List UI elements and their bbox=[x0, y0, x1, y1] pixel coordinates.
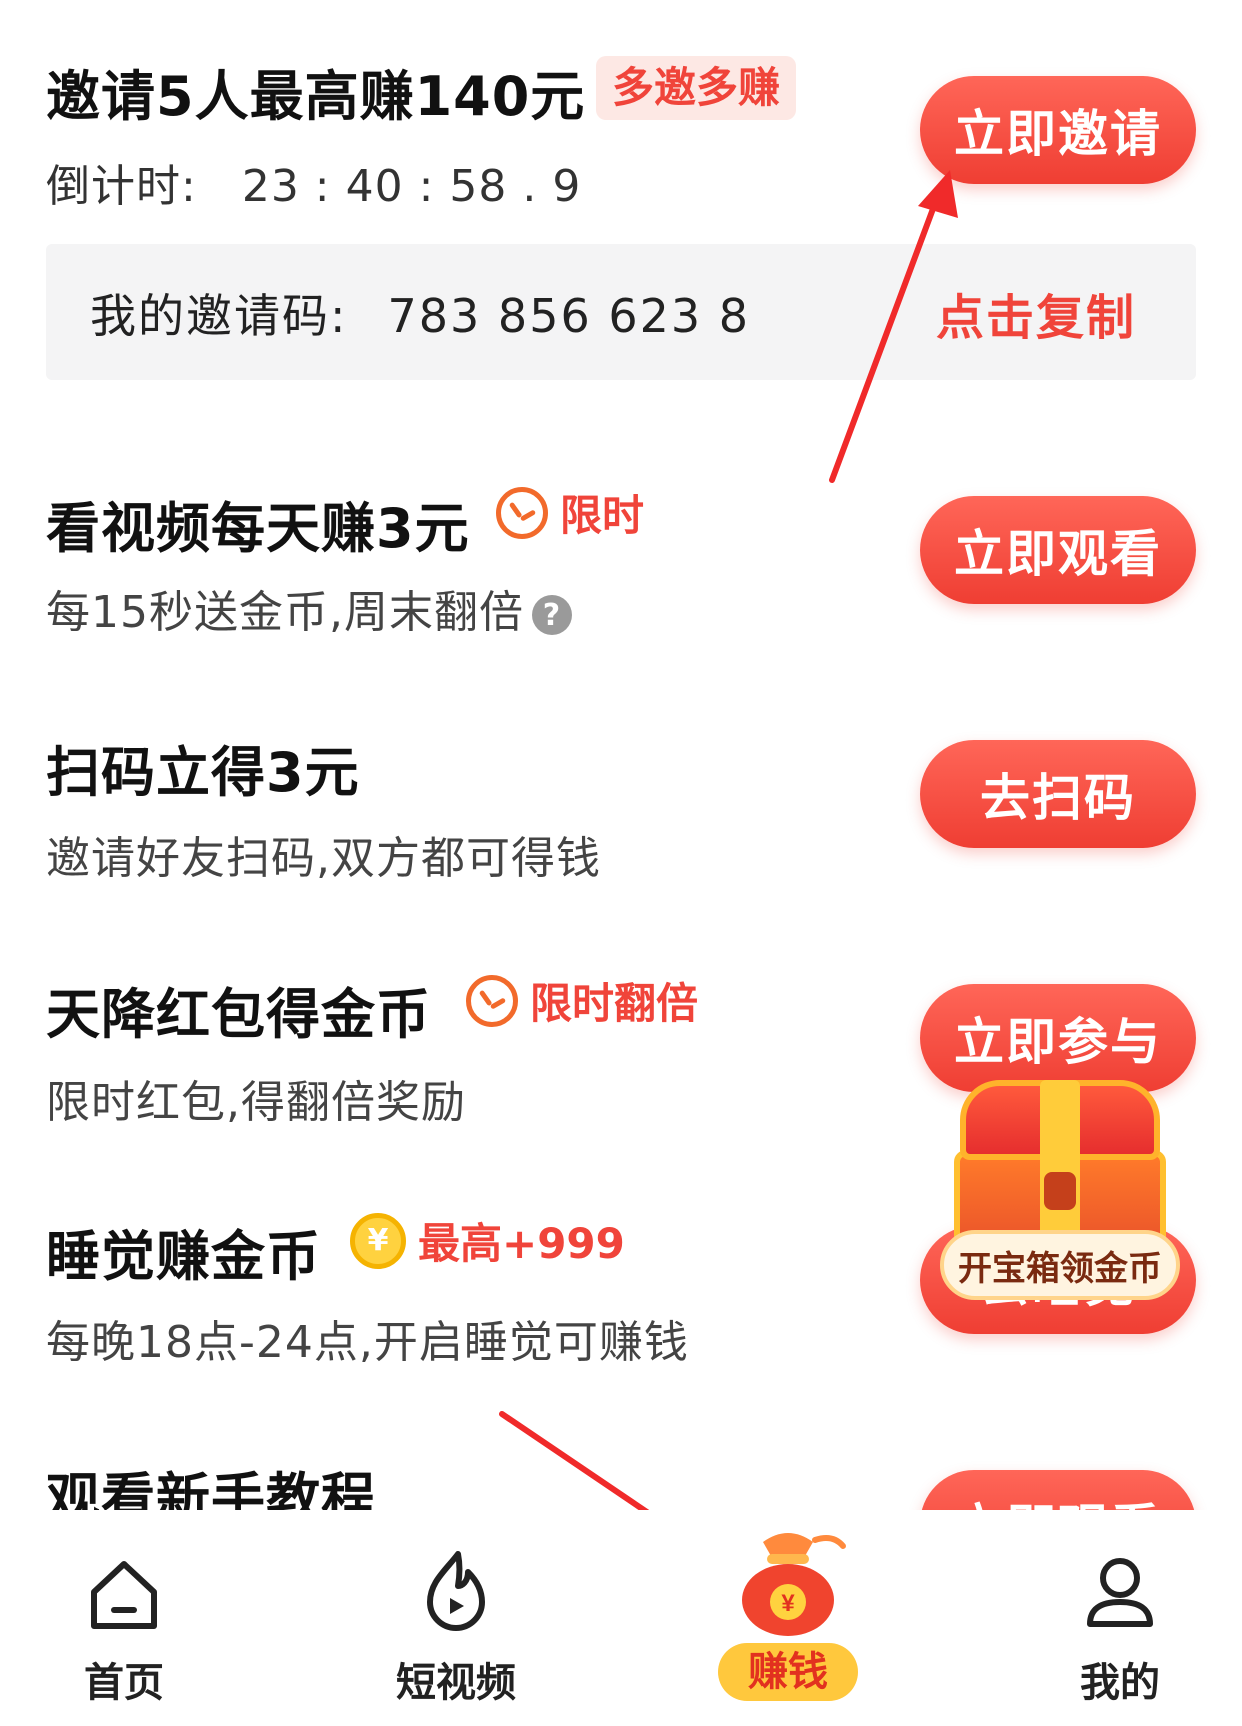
countdown-value: 23 : 40 : 58 . 9 bbox=[241, 161, 582, 212]
tab-earn-money[interactable]: ¥ 赚钱 bbox=[688, 1510, 888, 1726]
task-title-watch-video: 看视频每天赚3元 bbox=[46, 497, 470, 560]
task-subtitle-scan: 邀请好友扫码,双方都可得钱 bbox=[46, 833, 601, 884]
user-icon bbox=[1087, 1558, 1153, 1627]
watch-now-button[interactable]: 立即观看 bbox=[920, 496, 1196, 604]
tab-me-label: 我的 bbox=[1080, 1660, 1160, 1706]
tab-earn-money-label: 赚钱 bbox=[718, 1643, 858, 1701]
task-subtitle-text: 每15秒送金币,周末翻倍 bbox=[46, 587, 524, 638]
lock-icon bbox=[1044, 1172, 1076, 1210]
task-subtitle-sleep: 每晚18点-24点,开启睡觉可赚钱 bbox=[46, 1317, 689, 1368]
task-title-sleep: 睡觉赚金币 bbox=[46, 1225, 321, 1288]
max-reward-tag-label: 最高+999 bbox=[418, 1219, 625, 1268]
scan-button[interactable]: 去扫码 bbox=[920, 740, 1196, 848]
copy-code-link[interactable]: 点击复制 bbox=[936, 278, 1136, 348]
countdown: 倒计时: 23 : 40 : 58 . 9 bbox=[46, 150, 581, 214]
home-icon bbox=[91, 1561, 157, 1629]
invite-now-button[interactable]: 立即邀请 bbox=[920, 76, 1196, 184]
limited-time-tag: 限时 bbox=[496, 482, 644, 543]
limited-double-tag: 限时翻倍 bbox=[466, 970, 698, 1031]
clock-icon bbox=[466, 974, 518, 1027]
tab-short-video[interactable]: 短视频 bbox=[356, 1510, 556, 1726]
tab-home[interactable]: 首页 bbox=[24, 1510, 224, 1726]
money-bag-icon: ¥ bbox=[742, 1533, 846, 1636]
max-reward-tag: ¥ 最高+999 bbox=[350, 1210, 625, 1271]
countdown-label: 倒计时: bbox=[46, 161, 197, 212]
treasure-chest-widget[interactable]: 开宝箱领金币 bbox=[940, 1080, 1180, 1320]
tab-home-label: 首页 bbox=[84, 1660, 164, 1706]
help-icon[interactable]: ? bbox=[531, 595, 572, 635]
invite-code-value: 783 856 623 8 bbox=[387, 289, 751, 343]
task-title-red-packet: 天降红包得金币 bbox=[46, 983, 431, 1046]
join-now-button[interactable]: 立即参与 bbox=[920, 984, 1196, 1092]
flame-play-icon bbox=[427, 1551, 485, 1631]
limited-time-tag-label: 限时 bbox=[560, 491, 645, 540]
tab-short-video-label: 短视频 bbox=[396, 1660, 516, 1706]
task-subtitle-red-packet: 限时红包,得翻倍奖励 bbox=[46, 1077, 466, 1128]
task-subtitle-watch-video: 每15秒送金币,周末翻倍? bbox=[46, 576, 572, 640]
coin-icon: ¥ bbox=[350, 1212, 406, 1269]
bottom-tab-bar: 首页 短视频 ¥ 赚钱 我的 bbox=[0, 1510, 1242, 1726]
invite-code-panel: 我的邀请码: 783 856 623 8 点击复制 bbox=[46, 244, 1196, 380]
limited-double-tag-label: 限时翻倍 bbox=[530, 979, 699, 1028]
invite-badge: 多邀多赚 bbox=[596, 56, 797, 120]
invite-code: 我的邀请码: 783 856 623 8 bbox=[90, 280, 750, 346]
clock-icon bbox=[496, 486, 548, 539]
invite-code-label: 我的邀请码: bbox=[90, 289, 348, 343]
task-title-scan: 扫码立得3元 bbox=[46, 741, 360, 804]
invite-title: 邀请5人最高赚140元 bbox=[46, 65, 586, 128]
money-bag-symbol: ¥ bbox=[781, 1590, 795, 1617]
tab-me[interactable]: 我的 bbox=[1020, 1510, 1220, 1726]
treasure-chest-label: 开宝箱领金币 bbox=[940, 1230, 1180, 1300]
